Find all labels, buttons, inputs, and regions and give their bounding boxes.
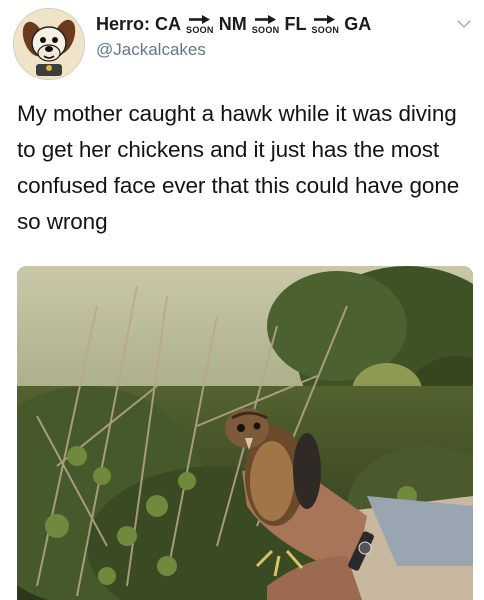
tweet-photo[interactable] <box>17 266 473 600</box>
soon-arrow: SOON <box>186 14 214 35</box>
hawk-held-in-hands-photo <box>17 266 473 600</box>
state-fl: FL <box>284 13 307 34</box>
display-name[interactable]: Herro: CA SOON NM SOON FL SOON GA <box>96 12 371 36</box>
chevron-down-icon <box>457 20 471 29</box>
avatar[interactable] <box>13 8 85 80</box>
tweet-menu-button[interactable] <box>456 18 472 30</box>
state-nm: NM <box>218 13 247 34</box>
state-ca: CA <box>155 13 182 34</box>
state-ga: GA <box>344 13 372 34</box>
soon-label: SOON <box>311 24 340 35</box>
soon-arrow: SOON <box>311 14 339 35</box>
soon-arrow: SOON <box>252 14 280 35</box>
cartoon-dog-avatar-icon <box>14 9 84 79</box>
right-arrow-icon <box>254 14 276 24</box>
right-arrow-icon <box>314 14 336 24</box>
right-arrow-icon <box>188 14 210 24</box>
soon-label: SOON <box>251 24 280 35</box>
user-handle[interactable]: @Jackalcakes <box>96 40 206 60</box>
soon-label: SOON <box>186 24 214 35</box>
tweet-text: My mother caught a hawk while it was div… <box>17 101 460 234</box>
display-name-prefix: Herro: <box>96 13 151 34</box>
